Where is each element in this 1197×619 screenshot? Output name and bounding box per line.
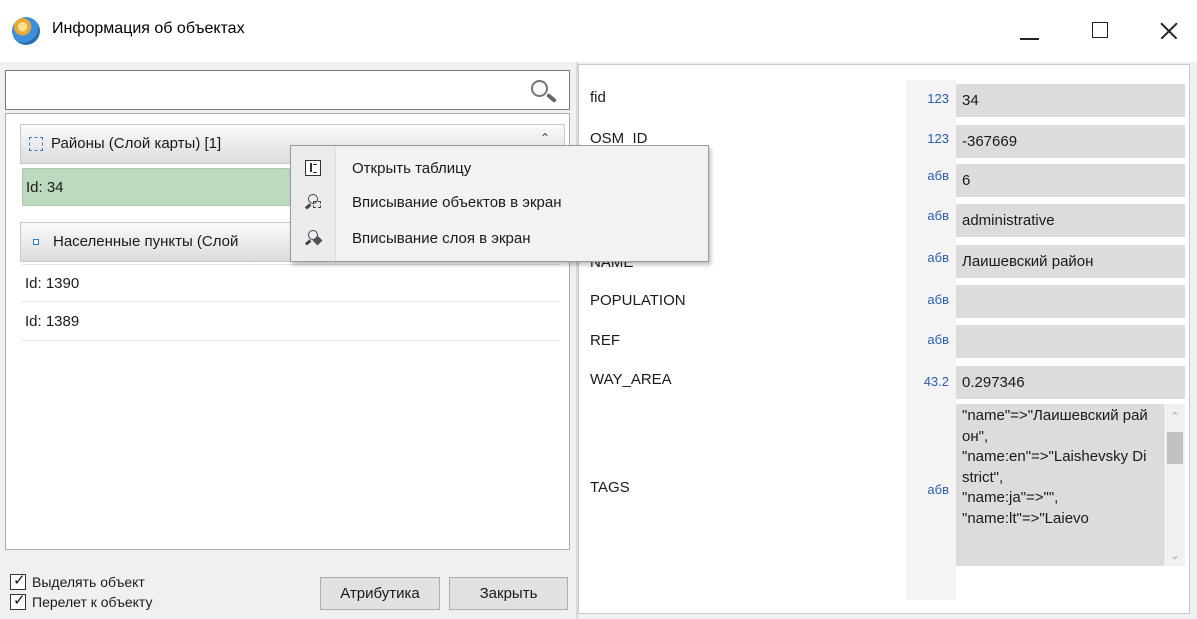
object-row-label: Id: 1390 xyxy=(25,275,80,292)
search-input[interactable] xyxy=(5,70,570,110)
window-title: Информация об объектах xyxy=(52,20,245,37)
menu-item-zoom-to-objects[interactable]: Вписывание объектов в экран xyxy=(291,188,708,224)
table-icon xyxy=(305,160,321,176)
title-bar: Информация об объектах xyxy=(0,0,1197,62)
fly-to-object-checkbox[interactable]: ✓ xyxy=(10,592,26,610)
attributes-button[interactable]: Атрибутика xyxy=(320,577,440,610)
attribute-name: fid xyxy=(590,89,606,106)
menu-item-label: Вписывание слоя в экран xyxy=(352,230,531,247)
object-row[interactable]: Id: 1390 xyxy=(22,264,560,302)
scroll-down-icon[interactable]: ⌄ xyxy=(1164,549,1185,562)
attribute-value[interactable] xyxy=(956,325,1185,358)
attribute-type: 123 xyxy=(927,91,949,106)
attribute-type: абв xyxy=(927,168,949,183)
attribute-name: REF xyxy=(590,332,620,349)
polygon-layer-icon xyxy=(29,137,43,151)
tags-text: "name"=>"Лаишевский район", "name:en"=>"… xyxy=(962,407,1148,527)
attribute-type: абв xyxy=(927,292,949,307)
menu-item-label: Открыть таблицу xyxy=(352,160,472,177)
object-row[interactable]: Id: 1389 xyxy=(22,303,560,341)
chevron-up-icon[interactable]: ⌃ xyxy=(540,131,550,145)
attribute-value[interactable]: Лаишевский район xyxy=(956,245,1185,278)
checkbox-label[interactable]: Выделять объект xyxy=(32,574,145,590)
context-menu: Открыть таблицу Вписывание объектов в эк… xyxy=(290,145,709,262)
minimize-icon xyxy=(1020,38,1039,40)
attribute-value[interactable]: 0.297346 xyxy=(956,366,1185,399)
attribute-value[interactable]: -367669 xyxy=(956,125,1185,158)
search-icon[interactable] xyxy=(531,80,559,104)
zoom-to-layer-icon xyxy=(304,230,323,246)
tags-scrollbar[interactable]: ⌃ ⌄ xyxy=(1163,404,1185,566)
close-window-button[interactable] xyxy=(1150,12,1188,50)
checkbox-label[interactable]: Перелет к объекту xyxy=(32,594,153,610)
object-row-label: Id: 1389 xyxy=(25,313,80,330)
attribute-type: 123 xyxy=(927,131,949,146)
scroll-up-icon[interactable]: ⌃ xyxy=(1164,410,1185,423)
minimize-button[interactable] xyxy=(1011,12,1049,50)
checkmark-icon: ✓ xyxy=(13,592,26,609)
attribute-type: абв xyxy=(927,208,949,223)
tags-textarea[interactable]: "name"=>"Лаишевский район", "name:en"=>"… xyxy=(956,404,1185,566)
zoom-to-objects-icon xyxy=(304,194,321,210)
attribute-value[interactable] xyxy=(956,285,1185,318)
menu-item-zoom-to-layer[interactable]: Вписывание слоя в экран xyxy=(291,224,708,260)
scroll-thumb[interactable] xyxy=(1167,432,1183,464)
point-layer-icon xyxy=(33,239,39,245)
maximize-icon xyxy=(1092,22,1108,38)
menu-item-open-table[interactable]: Открыть таблицу xyxy=(291,154,708,190)
group-label: Районы (Слой карты) [1] xyxy=(51,135,222,152)
attribute-name: TAGS xyxy=(590,479,630,496)
attribute-type: абв xyxy=(927,250,949,265)
group-label: Населенные пункты (Слой xyxy=(53,233,239,250)
checkmark-icon: ✓ xyxy=(13,572,26,589)
globe-icon xyxy=(12,17,40,45)
menu-item-label: Вписывание объектов в экран xyxy=(352,194,562,211)
attribute-name: WAY_AREA xyxy=(590,371,672,388)
highlight-object-checkbox[interactable]: ✓ xyxy=(10,572,26,590)
attribute-value[interactable]: 34 xyxy=(956,84,1185,117)
close-button[interactable]: Закрыть xyxy=(449,577,568,610)
attribute-type: 43.2 xyxy=(923,374,949,389)
attribute-type: абв xyxy=(927,482,949,497)
attribute-name: POPULATION xyxy=(590,292,686,309)
attribute-value[interactable]: administrative xyxy=(956,204,1185,237)
attribute-type: абв xyxy=(927,332,949,347)
object-row-label: Id: 34 xyxy=(26,179,64,196)
maximize-button[interactable] xyxy=(1081,12,1119,50)
attribute-value[interactable]: 6 xyxy=(956,164,1185,197)
